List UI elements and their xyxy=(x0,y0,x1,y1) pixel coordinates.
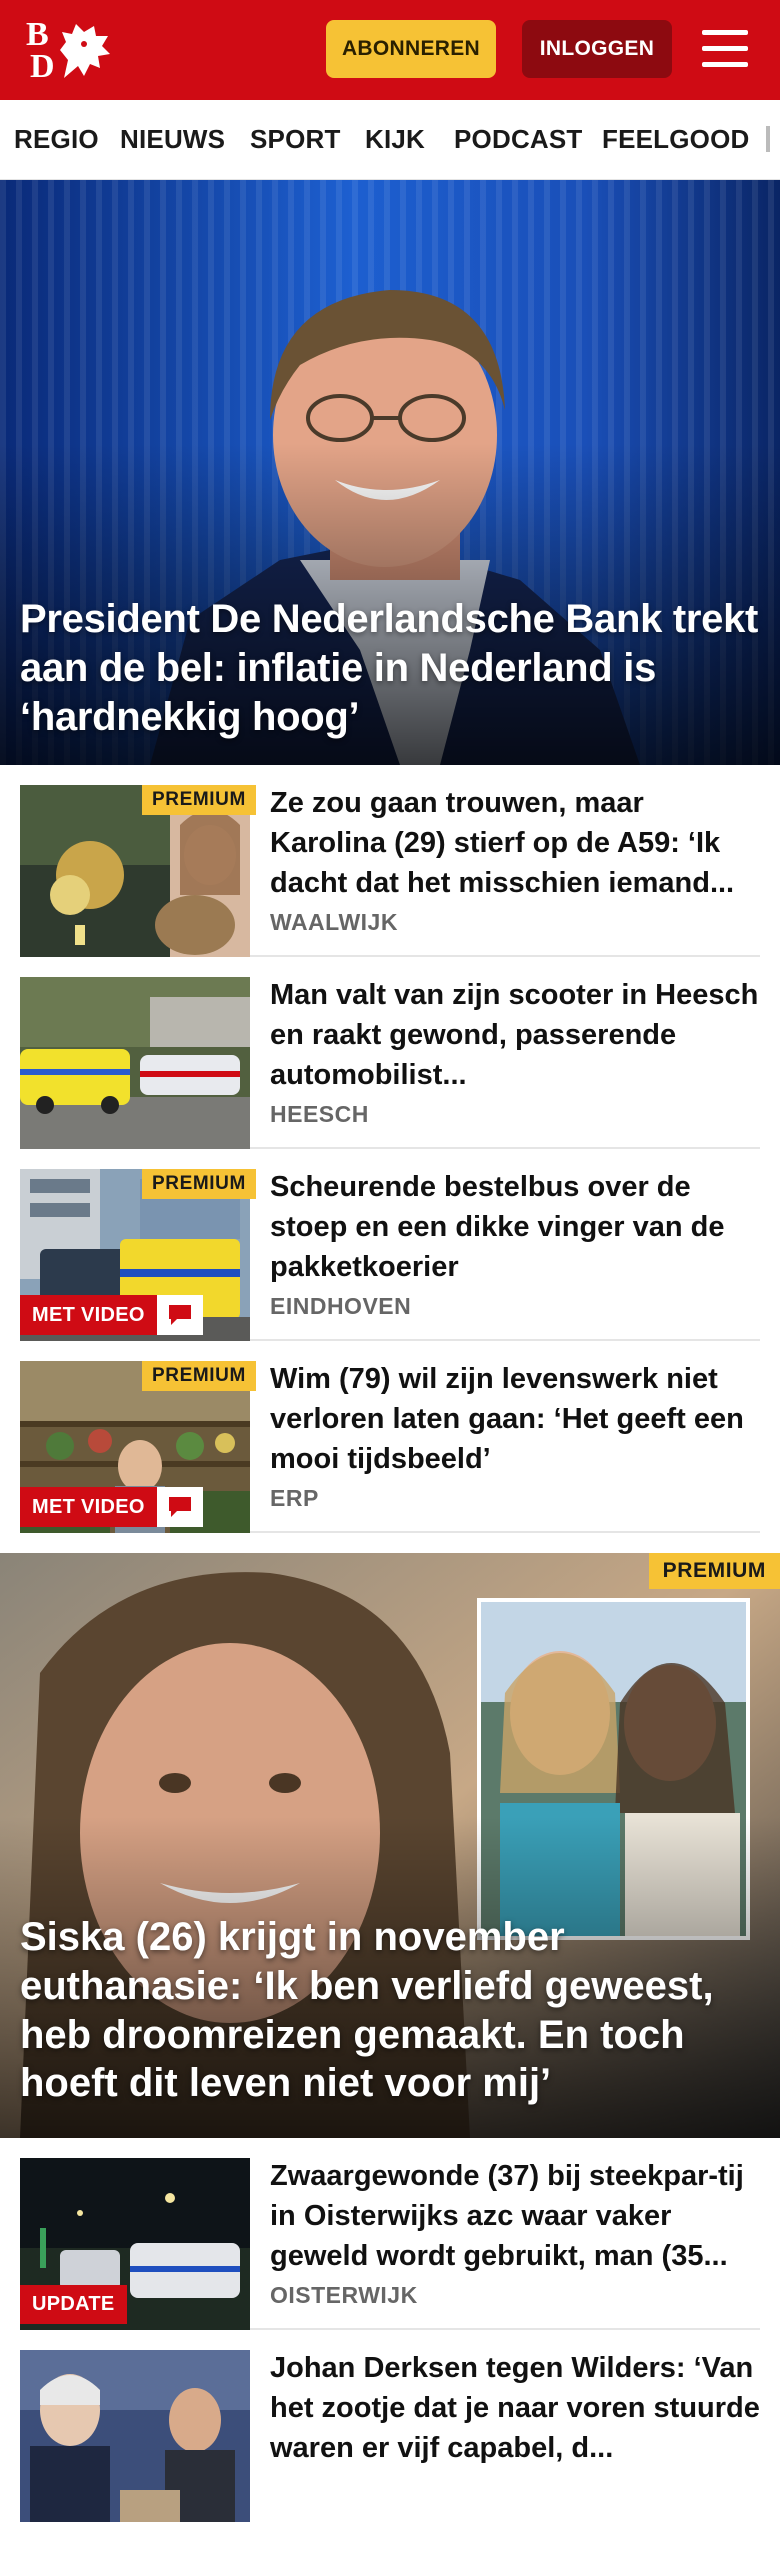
section-nav: REGIO NIEUWS SPORT KIJK PODCAST FEELGOOD xyxy=(0,100,780,180)
logo-letter-d: D xyxy=(30,48,55,85)
nav-item-sport[interactable]: SPORT xyxy=(250,124,341,155)
update-badge: UPDATE xyxy=(20,2285,127,2324)
subscribe-button[interactable]: ABONNEREN xyxy=(326,20,496,78)
article-thumbnail xyxy=(20,977,250,1149)
premium-badge: PREMIUM xyxy=(142,1169,256,1199)
login-button[interactable]: INLOGGEN xyxy=(522,20,672,78)
list-item[interactable]: PREMIUM Ze zou gaan trouwen, maar Karoli… xyxy=(20,765,760,957)
nav-item-feelgood[interactable]: FEELGOOD xyxy=(602,124,750,155)
nav-overflow-indicator xyxy=(766,126,770,152)
video-badge-label: MET VIDEO xyxy=(20,1487,157,1527)
article-headline[interactable]: Wim (79) wil zijn levenswerk niet verlor… xyxy=(270,1359,760,1479)
feature-headline[interactable]: Siska (26) krijgt in november euthanasie… xyxy=(20,1913,760,2108)
article-location: ERP xyxy=(270,1485,319,1511)
hero-headline[interactable]: President De Nederlandsche Bank trekt aa… xyxy=(20,595,760,741)
article-thumbnail xyxy=(20,2350,250,2522)
list-item[interactable]: Johan Derksen tegen Wilders: ‘Van het zo… xyxy=(20,2330,760,2560)
list-item[interactable]: Man valt van zijn scooter in Heesch en r… xyxy=(20,957,760,1149)
video-badge-label: MET VIDEO xyxy=(20,1295,157,1335)
article-location: EINDHOVEN xyxy=(270,1293,412,1319)
video-badge: MET VIDEO xyxy=(20,1487,203,1527)
feature-article[interactable]: PREMIUM Siska (26) krijgt in november eu… xyxy=(0,1553,780,2138)
article-headline[interactable]: Zwaargewonde (37) bij steekpar-tij in Oi… xyxy=(270,2156,760,2276)
article-headline[interactable]: Man valt van zijn scooter in Heesch en r… xyxy=(270,975,760,1095)
nav-item-nieuws[interactable]: NIEUWS xyxy=(120,124,225,155)
nav-item-regio[interactable]: REGIO xyxy=(14,124,99,155)
nav-item-podcast[interactable]: PODCAST xyxy=(454,124,583,155)
article-headline[interactable]: Johan Derksen tegen Wilders: ‘Van het zo… xyxy=(270,2348,760,2468)
top-bar: B D ABONNEREN INLOGGEN xyxy=(0,0,780,100)
list-item[interactable]: PREMIUM MET VIDEO Scheurende bestelbus o… xyxy=(20,1149,760,1341)
site-logo[interactable]: B D xyxy=(26,18,116,84)
article-location: OISTERWIJK xyxy=(270,2282,418,2308)
hero-article[interactable]: President De Nederlandsche Bank trekt aa… xyxy=(0,180,780,765)
lion-icon xyxy=(60,24,110,78)
list-item[interactable]: PREMIUM MET VIDEO Wim (79) wil zijn leve… xyxy=(20,1341,760,1533)
article-headline[interactable]: Scheurende bestelbus over de stoep en ee… xyxy=(270,1167,760,1287)
article-location: WAALWIJK xyxy=(270,909,398,935)
list-item[interactable]: UPDATE Zwaargewonde (37) bij steekpar-ti… xyxy=(20,2138,760,2330)
logo-letter-b: B xyxy=(26,16,49,53)
nav-item-kijk[interactable]: KIJK xyxy=(365,124,425,155)
hamburger-icon[interactable] xyxy=(698,26,752,72)
premium-badge: PREMIUM xyxy=(142,1361,256,1391)
premium-badge: PREMIUM xyxy=(648,1553,780,1589)
article-headline[interactable]: Ze zou gaan trouwen, maar Karolina (29) … xyxy=(270,783,760,903)
comment-icon xyxy=(156,1295,203,1335)
video-badge: MET VIDEO xyxy=(20,1295,203,1335)
article-location: HEESCH xyxy=(270,1101,369,1127)
comment-icon xyxy=(156,1487,203,1527)
premium-badge: PREMIUM xyxy=(142,785,256,815)
